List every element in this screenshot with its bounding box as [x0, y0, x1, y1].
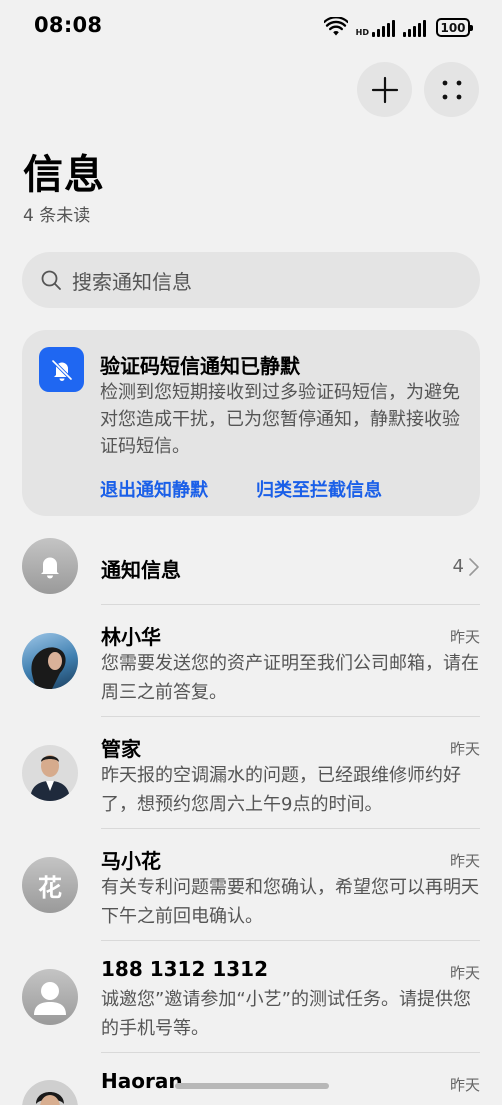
signal-label: HD	[355, 28, 369, 37]
message-preview: 诚邀您”邀请参加“小艺”的测试任务。请提供您的手机号等。	[101, 989, 471, 1039]
bell-icon	[41, 557, 59, 579]
contact-name: 林小华	[101, 625, 161, 649]
battery-level: 100	[440, 20, 466, 35]
more-dots-icon	[442, 80, 461, 99]
avatar-photo-man-suit	[30, 755, 70, 801]
page-title: 信息	[23, 152, 105, 198]
conversation-row[interactable]: 林小华 昨天 您需要发送您的资产证明至我们公司邮箱，请在周三之前答复。	[0, 616, 502, 716]
contact-avatar	[22, 1080, 78, 1105]
search-placeholder: 搜索通知信息	[72, 269, 192, 294]
unread-count: 4 条未读	[23, 206, 91, 226]
message-time: 昨天	[449, 852, 480, 870]
divider	[101, 828, 480, 829]
plus-icon	[371, 76, 398, 103]
message-preview: 您需要发送您的资产证明至我们公司邮箱，请在周三之前答复。	[101, 653, 479, 703]
more-options-button[interactable]	[424, 62, 479, 117]
notifications-row[interactable]: 通知信息 4	[0, 538, 502, 604]
exit-silent-link[interactable]: 退出通知静默	[100, 476, 208, 502]
avatar-photo-man	[36, 1092, 64, 1105]
message-preview: 有关专利问题需要和您确认，希望您可以再明天下午之前回电确认。	[101, 877, 479, 927]
conversation-row[interactable]: 188 1312 1312 昨天 诚邀您”邀请参加“小艺”的测试任务。请提供您的…	[0, 952, 502, 1052]
search-icon	[41, 270, 61, 290]
wifi-icon	[323, 17, 348, 36]
notification-bell-avatar	[22, 538, 78, 594]
chevron-right-icon	[469, 558, 479, 576]
contact-avatar: 花	[22, 857, 78, 913]
contact-name: 马小花	[101, 849, 161, 873]
contact-name: 管家	[101, 737, 141, 761]
contact-name: Haoran	[101, 1069, 183, 1093]
conversation-row[interactable]: 管家 昨天 昨天报的空调漏水的问题，已经跟维修师约好了，想预约您周六上午9点的时…	[0, 728, 502, 828]
divider	[101, 604, 480, 605]
contact-avatar	[22, 745, 78, 801]
home-indicator[interactable]	[175, 1083, 329, 1089]
contact-avatar	[22, 969, 78, 1025]
silent-notice-card: 验证码短信通知已静默 检测到您短期接收到过多验证码短信，为避免对您造成干扰，已为…	[22, 330, 480, 516]
search-bar[interactable]: 搜索通知信息	[22, 252, 480, 308]
person-icon	[34, 982, 66, 1015]
message-time: 昨天	[449, 964, 480, 982]
contact-avatar	[22, 633, 78, 689]
bell-muted-icon	[39, 347, 84, 392]
avatar-initial: 花	[38, 873, 62, 902]
divider	[101, 1052, 480, 1053]
status-bar: 08:08 HD 100	[0, 0, 502, 52]
move-to-blocked-link[interactable]: 归类至拦截信息	[256, 476, 382, 502]
avatar-photo-woman	[31, 647, 66, 689]
status-icons: HD 100	[323, 15, 473, 37]
divider	[101, 716, 480, 717]
notifications-count: 4	[452, 556, 464, 577]
new-message-button[interactable]	[357, 62, 412, 117]
battery-icon: 100	[436, 18, 473, 37]
message-time: 昨天	[449, 1076, 480, 1094]
contact-name: 188 1312 1312	[101, 957, 269, 981]
conversation-row[interactable]: 花 马小花 昨天 有关专利问题需要和您确认，希望您可以再明天下午之前回电确认。	[0, 840, 502, 940]
divider	[101, 940, 480, 941]
message-time: 昨天	[449, 740, 480, 758]
message-time: 昨天	[449, 628, 480, 646]
status-time: 08:08	[34, 13, 103, 37]
notice-title: 验证码短信通知已静默	[100, 354, 300, 378]
signal-strength-icon-sim2	[403, 19, 426, 37]
signal-strength-icon-sim1: HD	[356, 19, 395, 37]
message-preview: 昨天报的空调漏水的问题，已经跟维修师约好了，想预约您周六上午9点的时间。	[101, 765, 461, 815]
notice-body: 检测到您短期接收到过多验证码短信，为避免对您造成干扰，已为您暂停通知，静默接收验…	[100, 382, 460, 457]
notifications-row-label: 通知信息	[101, 558, 181, 582]
